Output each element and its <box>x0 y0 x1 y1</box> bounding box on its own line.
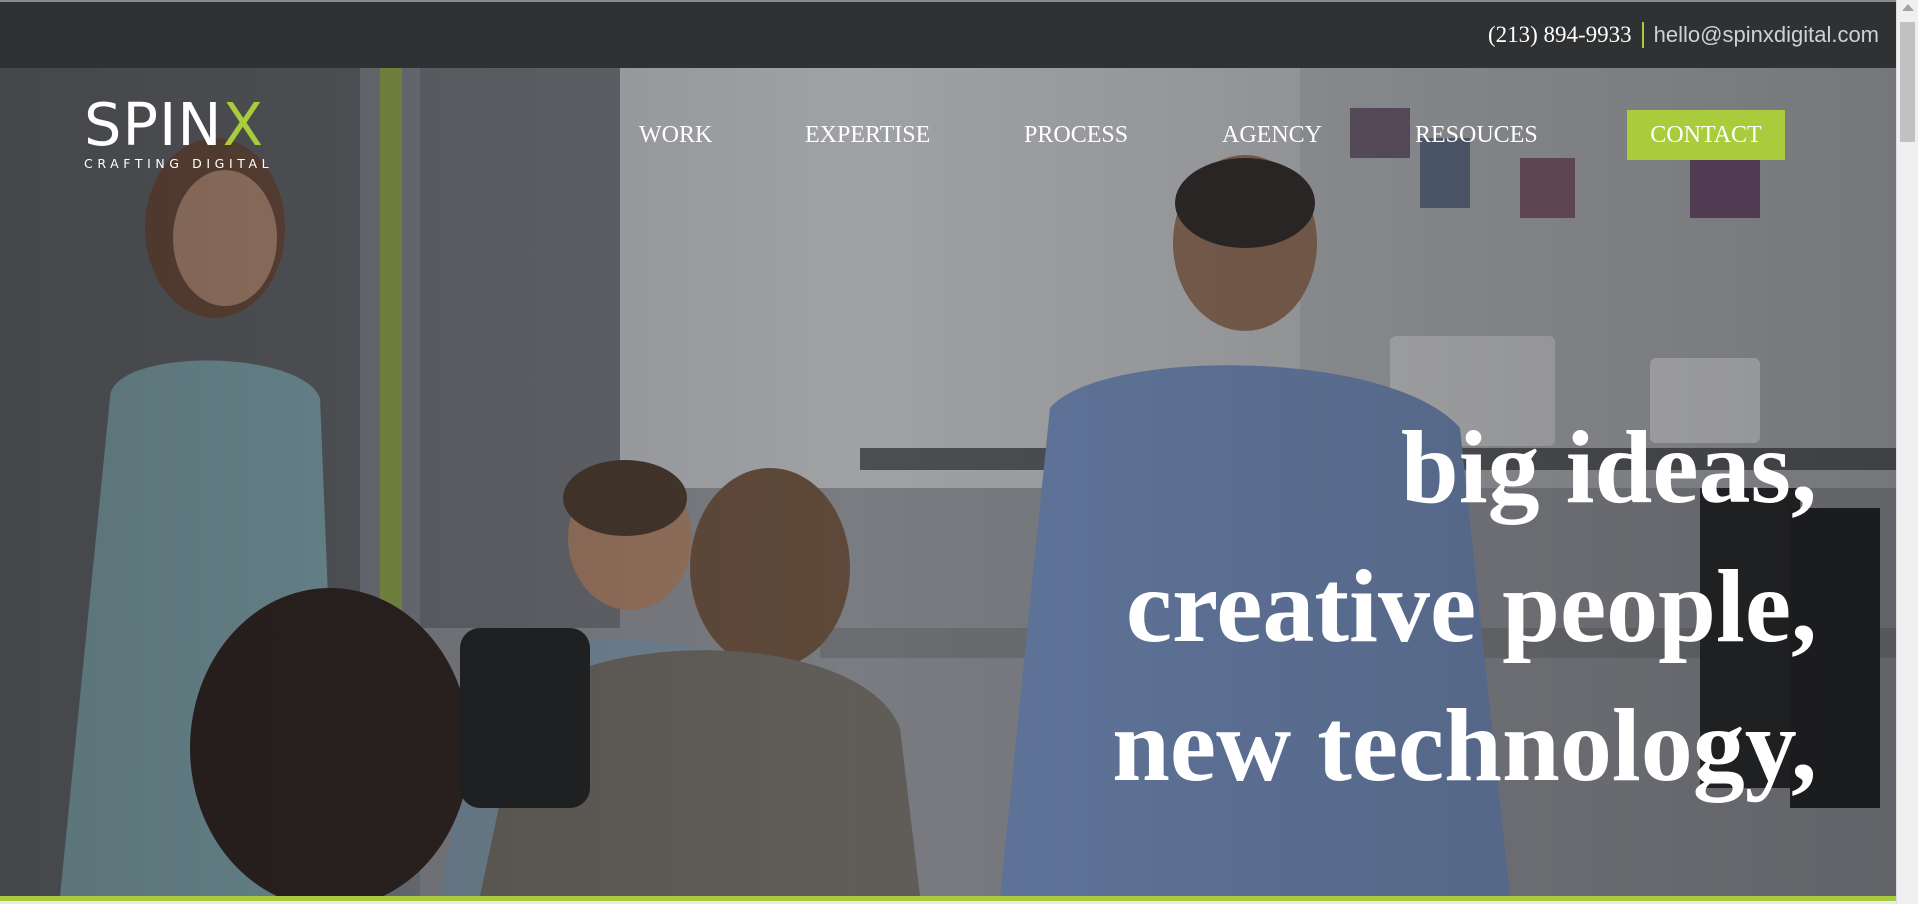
scroll-up-arrow-icon[interactable] <box>1902 4 1914 11</box>
nav-item-expertise[interactable]: EXPERTISE <box>805 110 930 160</box>
hero-section: SPINX CRAFTING DIGITAL WORK EXPERTISE PR… <box>0 68 1896 896</box>
contact-button[interactable]: CONTACT <box>1627 110 1785 160</box>
headline-line-2: creative people, <box>1125 549 1817 664</box>
main-navigation: WORK EXPERTISE PROCESS AGENCY RESOUCES C… <box>0 110 1896 160</box>
headline-line-1: big ideas, <box>1400 410 1817 525</box>
nav-item-process[interactable]: PROCESS <box>1024 110 1128 160</box>
scrollbar-thumb[interactable] <box>1900 22 1915 142</box>
nav-item-agency[interactable]: AGENCY <box>1222 110 1322 160</box>
hero-headline: big ideas, creative people, new technolo… <box>1112 398 1817 815</box>
nav-item-work[interactable]: WORK <box>639 110 712 160</box>
page-scrollbar[interactable] <box>1896 0 1918 904</box>
nav-item-resouces[interactable]: RESOUCES <box>1415 110 1538 160</box>
contact-separator <box>1641 22 1644 48</box>
phone-link[interactable]: (213) 894-9933 <box>1488 22 1632 48</box>
headline-line-3: new technology, <box>1112 688 1817 803</box>
top-contact-bar: (213) 894-9933 hello@spinxdigital.com <box>0 0 1896 68</box>
contact-info: (213) 894-9933 hello@spinxdigital.com <box>1488 22 1879 48</box>
email-link[interactable]: hello@spinxdigital.com <box>1654 22 1879 48</box>
